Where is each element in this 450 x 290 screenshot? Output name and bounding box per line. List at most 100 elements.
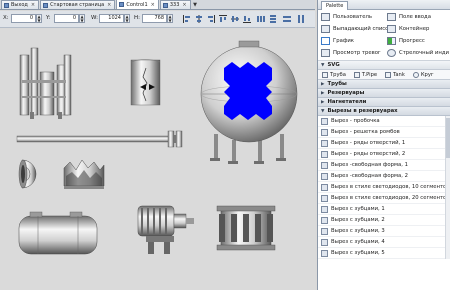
circle-icon [412,71,419,78]
list-item[interactable]: Вырез с зубцами, 4 [318,237,450,248]
x-spinner-icon[interactable]: ▲ ▼ [36,14,42,23]
align-left-icon[interactable] [182,14,192,24]
svg-tab-pipe[interactable]: Труба [320,70,351,79]
list-item-label: Вырез - пробочка [331,118,380,124]
distribute-horizontal-icon[interactable] [256,14,266,24]
category-tank-cutouts[interactable]: ▼ Вырезы в резервуарах [318,107,450,116]
list-item[interactable]: Вырез с зубцами, 2 [318,215,450,226]
list-item[interactable]: Вырез - ряды отверстий, 1 [318,138,450,149]
list-item[interactable]: Вырез -свободная форма, 1 [318,160,450,171]
tab-start-page[interactable]: Стартовая страница × [40,0,116,9]
progress-icon [387,37,396,45]
category-pipes[interactable]: ▶ Трубы [318,80,450,89]
alarm-viewer-icon [321,49,330,57]
component-label: Прогресс [399,38,425,44]
design-canvas[interactable] [0,29,315,290]
component-chart[interactable]: График [321,36,383,46]
width-spinner-icon[interactable]: ▲ ▼ [124,14,130,23]
distillation-columns-shape[interactable] [19,47,72,119]
vertical-scrollbar[interactable] [445,116,450,259]
width-input[interactable]: 1024 [99,14,124,23]
svg-section-header[interactable]: ▼ SVG [318,61,450,70]
gauge-icon [387,49,396,57]
horizontal-tank-shape[interactable] [18,211,98,255]
tab-list-dropdown-icon[interactable]: ▼ [192,1,199,9]
shape-thumbnail-icon [321,227,328,235]
svg-tab-circle[interactable]: Круг [411,70,439,79]
component-progress[interactable]: Прогресс [387,36,449,46]
pipe-elbow-shape[interactable] [18,159,37,189]
svg-tab-label: Tank [393,71,405,78]
cutout-item-list: Вырез - пробочка Вырез - решетка ромбов … [318,116,450,259]
list-item[interactable]: Вырез с зубцами, 5 [318,248,450,259]
electric-motor-shape[interactable] [137,205,194,254]
distribute-vertical-icon[interactable] [268,14,278,24]
svg-tab-tank[interactable]: Tank [383,70,410,79]
list-item[interactable]: Вырез - решетка ромбов [318,127,450,138]
component-label: График [333,38,355,44]
list-item-label: Вырез с зубцами, 2 [331,217,385,223]
align-bottom-icon[interactable] [242,14,252,24]
chart-icon [321,37,330,45]
list-item[interactable]: Вырез с зубцами, 1 [318,204,450,215]
shape-thumbnail-icon [321,183,328,191]
flanged-tank-shape[interactable] [216,205,276,251]
same-height-icon[interactable] [296,14,306,24]
align-right-icon[interactable] [206,14,216,24]
height-spinner-icon[interactable]: ▲ ▼ [167,14,173,23]
list-item[interactable]: Вырез в стиле светодиодов, 20 сегментов [318,193,450,204]
close-icon[interactable]: × [31,2,35,8]
align-center-icon[interactable] [194,14,204,24]
list-item[interactable]: Вырез - пробочка [318,116,450,127]
horizontal-pipe-shape[interactable] [16,130,183,148]
y-input[interactable]: 0 [54,14,79,23]
shape-thumbnail-icon [321,150,328,158]
list-item-label: Вырез с зубцами, 1 [331,206,385,212]
component-textbox[interactable]: Поле ввода [387,12,449,22]
list-item[interactable]: Вырез - ряды отверстий, 2 [318,149,450,160]
list-item[interactable]: Вырез с зубцами, 3 [318,226,450,237]
expand-triangle-icon: ▼ [321,108,325,114]
align-middle-icon[interactable] [230,14,240,24]
svg-tab-tpipe[interactable]: T.Pipe [352,70,382,79]
same-width-icon[interactable] [282,14,292,24]
w-label: W: [91,15,98,21]
category-label: Трубы [327,81,347,87]
list-item-label: Вырез - решетка ромбов [331,129,400,135]
component-combobox[interactable]: Выпадающий список [321,24,392,34]
x-label: X: [3,15,9,21]
svg-tab-label: T.Pipe [361,71,378,78]
broken-pipe-shape[interactable] [130,59,161,106]
shape-thumbnail-icon [321,249,328,257]
list-item-label: Вырез с зубцами, 3 [331,228,385,234]
scrollbar-thumb[interactable] [446,118,450,158]
close-icon[interactable]: × [182,2,186,8]
category-tanks[interactable]: ▶ Резервуары [318,89,450,98]
tab-label: Стартовая страница [50,2,105,8]
tab-label: Control1 [126,1,148,8]
category-label: Нагнетатели [327,99,367,105]
spherical-tank-shape[interactable] [200,40,298,164]
tpipe-icon [353,71,360,78]
list-item[interactable]: Вырез -свободная форма, 2 [318,171,450,182]
close-icon[interactable]: × [107,2,111,8]
list-item[interactable]: Вырез в стиле светодиодов, 10 сегментов [318,182,450,193]
component-user-control[interactable]: Пользователь [321,12,383,22]
component-alarm-viewer[interactable]: Просмотр тревог [321,48,383,58]
height-input[interactable]: 768 [142,14,167,23]
category-blowers[interactable]: ▶ Нагнетатели [318,98,450,107]
tab-output[interactable]: Выход × [1,0,40,9]
palette-tab[interactable]: Palette [321,0,349,10]
tab-control1[interactable]: Control1 × [116,0,159,9]
collapse-triangle-icon: ▶ [321,99,325,105]
align-top-icon[interactable] [218,14,228,24]
close-icon[interactable]: × [151,2,155,8]
palette-panel: Palette Пользователь Поле ввода Выпадающ… [317,0,450,290]
jagged-tank-shape[interactable] [63,159,105,189]
list-item-label: Вырез -свободная форма, 2 [331,173,408,179]
component-gauge[interactable]: Стрелочный инди [387,48,449,58]
y-spinner-icon[interactable]: ▲ ▼ [79,14,85,23]
x-input[interactable]: 0 [11,14,36,23]
component-container[interactable]: Контейнер [387,24,449,34]
tab-333[interactable]: 333 × [159,0,191,9]
